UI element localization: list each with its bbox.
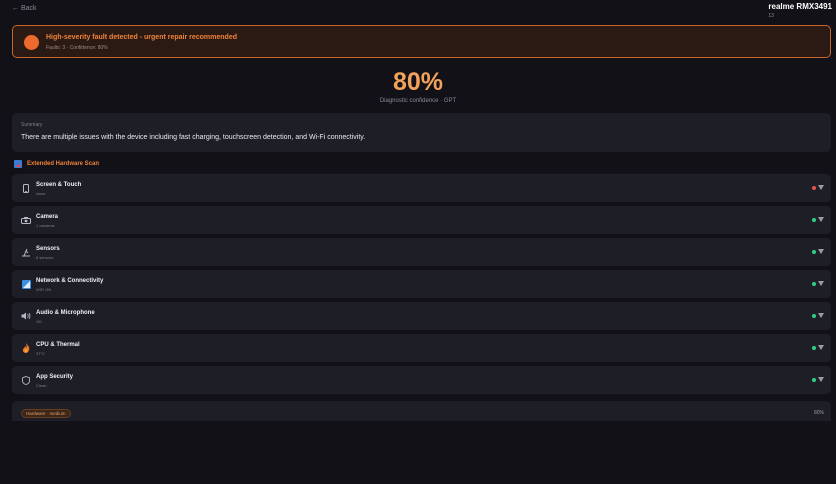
status-dot: [812, 314, 816, 318]
row-title: App Security: [36, 374, 74, 380]
row-title: Network & Connectivity: [36, 278, 104, 284]
status-dot: [812, 282, 816, 286]
row-title: Camera: [36, 214, 59, 220]
scan-title: Extended Hardware Scan: [27, 161, 100, 167]
scan-row-network[interactable]: Network & Connectivity WiFi ON: [12, 270, 831, 298]
row-title: Screen & Touch: [36, 182, 82, 188]
alert-status-icon: [24, 35, 39, 50]
confidence-value: 80%: [392, 68, 444, 96]
scan-list: Screen & Touch Issue Camera 1 cameras Se…: [12, 174, 831, 398]
row-subtitle: Clean: [36, 383, 47, 388]
row-subtitle: OK: [36, 319, 42, 324]
back-button[interactable]: ← Back: [12, 5, 37, 12]
row-subtitle: 1 cameras: [36, 223, 55, 228]
summary-label: Summary: [21, 122, 43, 128]
summary-text: There are multiple issues with the devic…: [21, 134, 366, 141]
chevron-down-icon[interactable]: [818, 185, 824, 190]
scan-section-header: Extended Hardware Scan: [14, 160, 99, 168]
row-title: Audio & Microphone: [36, 310, 95, 316]
phone-icon: [21, 183, 31, 193]
shield-icon: [21, 375, 31, 385]
scan-row-audio[interactable]: Audio & Microphone OK: [12, 302, 831, 330]
confidence-panel: 80% Diagnostic confidence · GPT: [0, 66, 836, 104]
confidence-label: Diagnostic confidence · GPT: [379, 98, 457, 104]
row-subtitle: 8 sensors: [36, 255, 54, 260]
fault-alert-banner: High-severity fault detected - urgent re…: [12, 25, 831, 58]
status-dot: [812, 250, 816, 254]
fire-icon: [21, 343, 31, 353]
scan-row-cpu-thermal[interactable]: CPU & Thermal 37°C: [12, 334, 831, 362]
status-dot: [812, 186, 816, 190]
summary-card: Summary There are multiple issues with t…: [12, 113, 831, 152]
status-dot: [812, 218, 816, 222]
chevron-down-icon[interactable]: [818, 313, 824, 318]
alert-title: High-severity fault detected - urgent re…: [46, 34, 237, 41]
chevron-down-icon[interactable]: [818, 345, 824, 350]
scan-row-screen-touch[interactable]: Screen & Touch Issue: [12, 174, 831, 202]
status-dot: [812, 378, 816, 382]
scan-row-camera[interactable]: Camera 1 cameras: [12, 206, 831, 234]
chart-icon: [14, 160, 22, 168]
microscope-icon: [21, 247, 31, 257]
row-title: Sensors: [36, 246, 60, 252]
chevron-down-icon[interactable]: [818, 281, 824, 286]
chevron-down-icon[interactable]: [818, 377, 824, 382]
row-subtitle: 37°C: [36, 351, 45, 356]
scan-row-app-security[interactable]: App Security Clean: [12, 366, 831, 394]
row-subtitle: Issue: [36, 191, 46, 196]
chevron-down-icon[interactable]: [818, 249, 824, 254]
hardware-badge: Hardware · medium: [21, 409, 71, 418]
row-subtitle: WiFi ON: [36, 287, 52, 292]
signal-icon: [21, 279, 31, 289]
speaker-icon: [21, 311, 31, 321]
alert-subtitle: Faults: 3 · Confidence: 80%: [46, 45, 108, 51]
device-version: 13: [768, 13, 774, 19]
hardware-card: Hardware · medium 80%: [12, 401, 831, 421]
scan-row-sensors[interactable]: Sensors 8 sensors: [12, 238, 831, 266]
device-info: realme RMX3491 13: [768, 2, 832, 19]
camera-icon: [21, 215, 31, 225]
back-label: ← Back: [12, 5, 37, 12]
status-dot: [812, 346, 816, 350]
device-name: realme RMX3491: [768, 2, 832, 11]
chevron-down-icon[interactable]: [818, 217, 824, 222]
row-title: CPU & Thermal: [36, 342, 80, 348]
hardware-value: 80%: [813, 410, 824, 416]
